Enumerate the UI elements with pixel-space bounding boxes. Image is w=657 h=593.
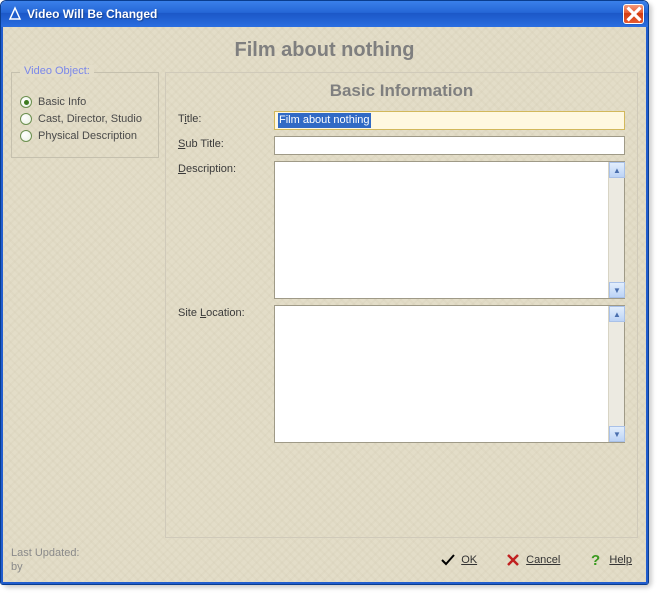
ok-label: OK — [461, 554, 477, 566]
scroll-down-icon[interactable]: ▼ — [609, 426, 625, 442]
help-button[interactable]: ? Help — [588, 552, 632, 568]
sitelocation-textarea[interactable]: ▲ ▼ — [274, 305, 625, 443]
scroll-down-icon[interactable]: ▼ — [609, 282, 625, 298]
radio-icon — [20, 96, 32, 108]
scrollbar[interactable]: ▲ ▼ — [608, 306, 624, 442]
title-input-value: Film about nothing — [278, 113, 371, 128]
main-panel: Basic Information Title: Film about noth… — [165, 72, 638, 538]
sidebar: Video Object: Basic Info Cast, Director,… — [11, 72, 159, 158]
description-label: Description: — [178, 161, 268, 299]
help-icon: ? — [588, 552, 604, 568]
cancel-label: Cancel — [526, 554, 560, 566]
group-legend: Video Object: — [20, 65, 94, 77]
window-body: Film about nothing Video Object: Basic I… — [1, 27, 648, 584]
window-title: Video Will Be Changed — [27, 7, 623, 21]
scroll-up-icon[interactable]: ▲ — [609, 162, 625, 178]
sitelocation-value — [275, 306, 608, 442]
subtitle-input[interactable] — [274, 136, 625, 155]
sitelocation-label: Site Location: — [178, 305, 268, 443]
help-label: Help — [609, 554, 632, 566]
title-label: Title: — [178, 111, 268, 130]
radio-label: Physical Description — [38, 130, 137, 142]
svg-text:?: ? — [591, 552, 600, 568]
video-object-group: Video Object: Basic Info Cast, Director,… — [11, 72, 159, 158]
radio-icon — [20, 130, 32, 142]
ok-button[interactable]: OK — [440, 552, 477, 568]
cancel-icon — [505, 552, 521, 568]
dialog-window: Video Will Be Changed Film about nothing… — [0, 0, 649, 585]
footer: Last Updated: by OK Cancel — [11, 546, 638, 574]
check-icon — [440, 552, 456, 568]
radio-basic-info[interactable]: Basic Info — [20, 96, 150, 108]
subtitle-label: Sub Title: — [178, 136, 268, 155]
panel-heading: Basic Information — [178, 81, 625, 101]
page-title: Film about nothing — [11, 39, 638, 62]
description-value — [275, 162, 608, 298]
cancel-button[interactable]: Cancel — [505, 552, 560, 568]
radio-physical-description[interactable]: Physical Description — [20, 130, 150, 142]
radio-icon — [20, 113, 32, 125]
description-textarea[interactable]: ▲ ▼ — [274, 161, 625, 299]
titlebar: Video Will Be Changed — [1, 1, 648, 27]
close-button[interactable] — [623, 4, 644, 24]
last-updated: Last Updated: by — [11, 546, 80, 574]
radio-cast-director-studio[interactable]: Cast, Director, Studio — [20, 113, 150, 125]
scrollbar[interactable]: ▲ ▼ — [608, 162, 624, 298]
radio-label: Cast, Director, Studio — [38, 113, 142, 125]
scroll-up-icon[interactable]: ▲ — [609, 306, 625, 322]
radio-label: Basic Info — [38, 96, 86, 108]
app-icon — [7, 6, 23, 22]
title-input[interactable]: Film about nothing — [274, 111, 625, 130]
